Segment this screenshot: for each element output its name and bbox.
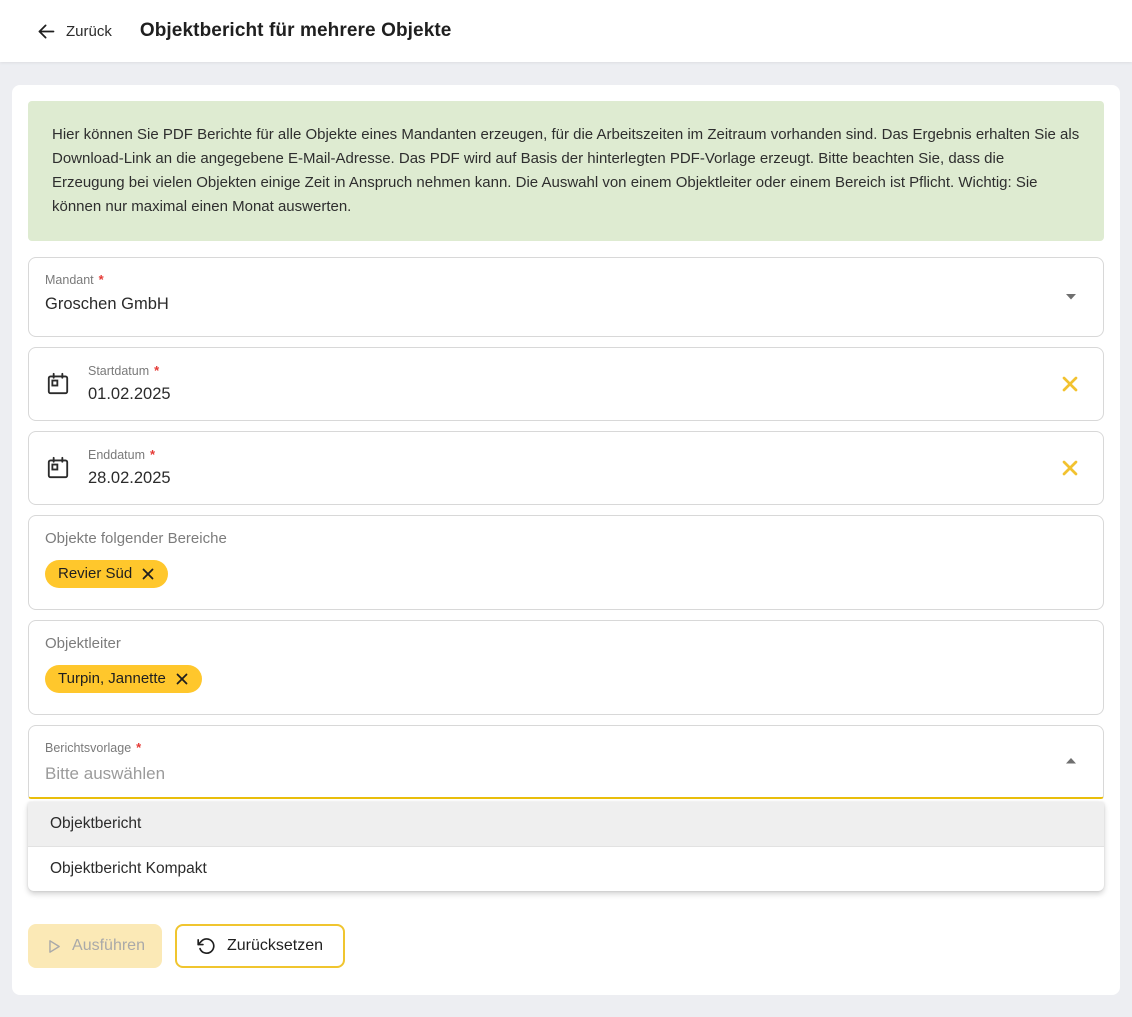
berichtsvorlage-label-text: Berichtsvorlage bbox=[45, 741, 131, 756]
startdatum-label-text: Startdatum bbox=[88, 364, 149, 379]
option-objektbericht-kompakt[interactable]: Objektbericht Kompakt bbox=[28, 847, 1104, 891]
mandant-value: Groschen GmbH bbox=[45, 295, 1087, 314]
info-banner: Hier können Sie PDF Berichte für alle Ob… bbox=[28, 101, 1104, 241]
startdatum-field[interactable]: Startdatum * 01.02.2025 bbox=[28, 347, 1104, 421]
calendar-icon[interactable] bbox=[45, 455, 71, 481]
objektleiter-label: Objektleiter bbox=[45, 635, 1087, 652]
ausfuehren-label: Ausführen bbox=[72, 937, 145, 955]
bereiche-field[interactable]: Objekte folgender Bereiche Revier Süd bbox=[28, 515, 1104, 610]
required-asterisk: * bbox=[136, 740, 141, 755]
back-button[interactable]: Zurück bbox=[36, 21, 112, 42]
required-asterisk: * bbox=[99, 272, 104, 287]
berichtsvorlage-label: Berichtsvorlage * bbox=[45, 741, 141, 756]
objektleiter-chip-row: Turpin, Jannette bbox=[45, 665, 1087, 693]
chevron-up-icon[interactable] bbox=[1064, 753, 1078, 771]
enddatum-value: 28.02.2025 bbox=[88, 469, 171, 488]
chip-label: Turpin, Jannette bbox=[58, 670, 166, 687]
berichtsvorlage-dropdown: Objektbericht Objektbericht Kompakt bbox=[28, 802, 1104, 891]
chip-remove-icon[interactable] bbox=[141, 567, 155, 581]
bereiche-label: Objekte folgender Bereiche bbox=[45, 530, 1087, 547]
zuruecksetzen-label: Zurücksetzen bbox=[227, 937, 323, 955]
berichtsvorlage-placeholder: Bitte auswählen bbox=[45, 764, 1087, 784]
rotate-ccw-icon bbox=[197, 937, 216, 956]
report-form-card: Hier können Sie PDF Berichte für alle Ob… bbox=[12, 85, 1120, 995]
calendar-icon[interactable] bbox=[45, 371, 71, 397]
play-icon bbox=[45, 938, 62, 955]
startdatum-label: Startdatum * bbox=[88, 364, 171, 379]
enddatum-label: Enddatum * bbox=[88, 448, 171, 463]
required-asterisk: * bbox=[150, 447, 155, 462]
top-bar: Zurück Objektbericht für mehrere Objekte bbox=[0, 0, 1132, 62]
chip-turpin-jannette[interactable]: Turpin, Jannette bbox=[45, 665, 202, 693]
chip-label: Revier Süd bbox=[58, 565, 132, 582]
back-label: Zurück bbox=[66, 23, 112, 40]
chevron-down-icon[interactable] bbox=[1064, 288, 1078, 306]
chip-remove-icon[interactable] bbox=[175, 672, 189, 686]
chip-revier-sued[interactable]: Revier Süd bbox=[45, 560, 168, 588]
objektleiter-field[interactable]: Objektleiter Turpin, Jannette bbox=[28, 620, 1104, 715]
bereiche-chip-row: Revier Süd bbox=[45, 560, 1087, 588]
berichtsvorlage-select[interactable]: Berichtsvorlage * Bitte auswählen bbox=[28, 725, 1104, 799]
mandant-label: Mandant * bbox=[45, 273, 104, 288]
page-title: Objektbericht für mehrere Objekte bbox=[140, 20, 452, 42]
mandant-label-text: Mandant bbox=[45, 273, 94, 288]
mandant-select[interactable]: Mandant * Groschen GmbH bbox=[28, 257, 1104, 337]
enddatum-field[interactable]: Enddatum * 28.02.2025 bbox=[28, 431, 1104, 505]
clear-startdatum-icon[interactable] bbox=[1059, 373, 1081, 395]
zuruecksetzen-button[interactable]: Zurücksetzen bbox=[175, 924, 345, 968]
clear-enddatum-icon[interactable] bbox=[1059, 457, 1081, 479]
ausfuehren-button[interactable]: Ausführen bbox=[28, 924, 162, 968]
option-objektbericht[interactable]: Objektbericht bbox=[28, 802, 1104, 846]
required-asterisk: * bbox=[154, 363, 159, 378]
enddatum-label-text: Enddatum bbox=[88, 448, 145, 463]
action-bar: Ausführen Zurücksetzen bbox=[28, 924, 1104, 968]
arrow-left-icon bbox=[36, 21, 57, 42]
startdatum-value: 01.02.2025 bbox=[88, 385, 171, 404]
